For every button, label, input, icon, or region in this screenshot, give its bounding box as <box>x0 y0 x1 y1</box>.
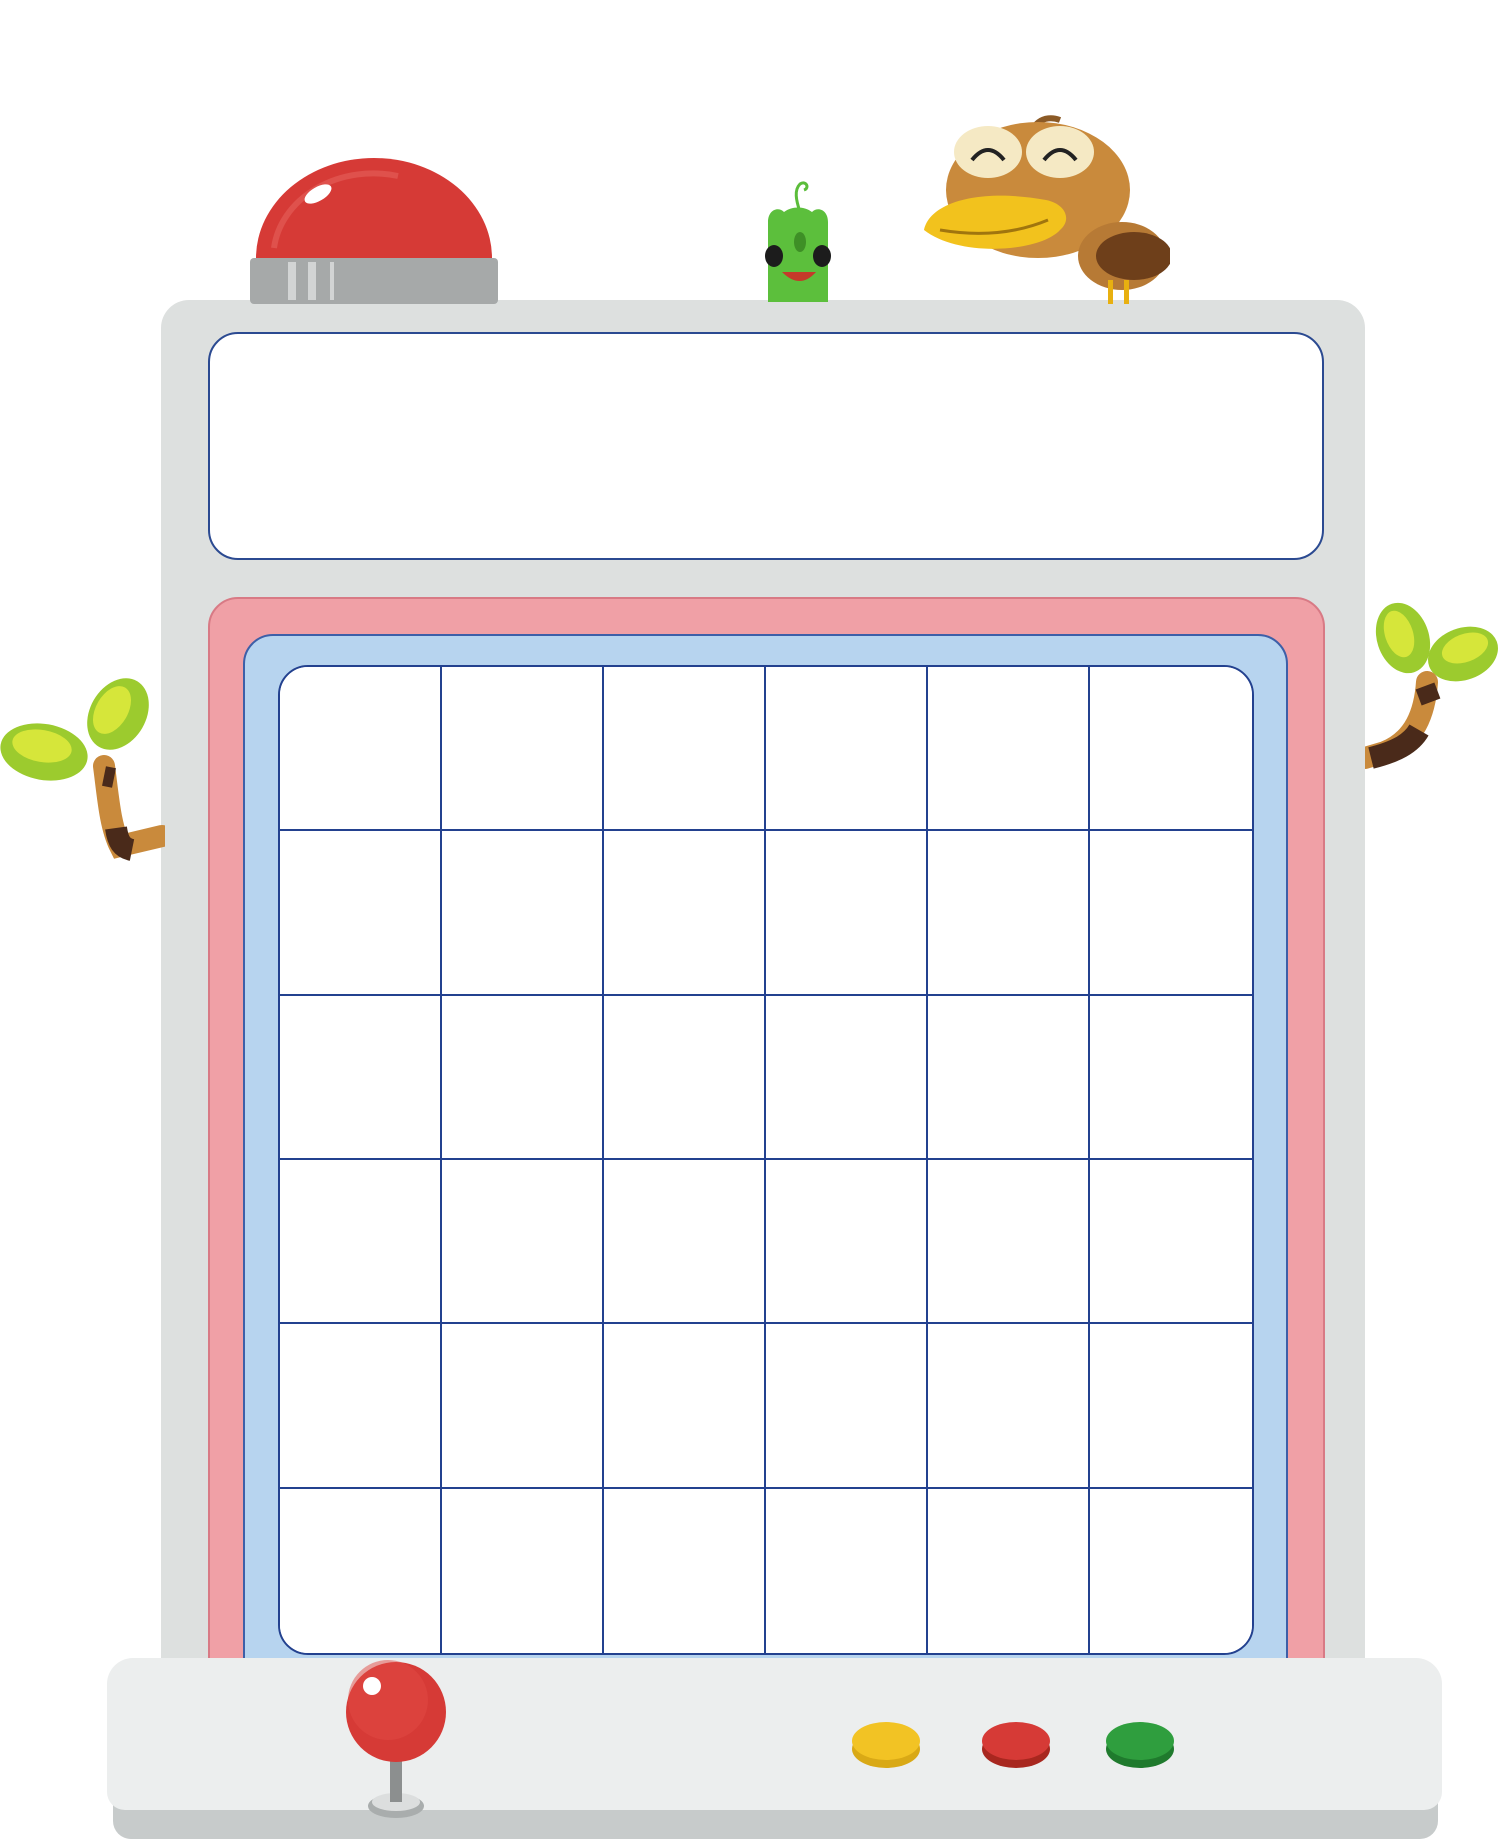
grid-cell[interactable] <box>280 995 442 1160</box>
grid-cell[interactable] <box>604 1324 766 1489</box>
leaf-sprout-icon <box>0 678 165 861</box>
title-panel <box>208 332 1324 560</box>
grid-cell[interactable] <box>1090 1159 1252 1325</box>
grid-cell[interactable] <box>766 995 928 1160</box>
grid-cell[interactable] <box>442 1159 604 1325</box>
grid-cell[interactable] <box>280 1324 442 1489</box>
leaf-sprout-icon <box>1365 602 1498 769</box>
joystick-icon[interactable] <box>340 1656 452 1822</box>
grid-cell[interactable] <box>1090 1488 1252 1653</box>
dome-button-icon[interactable] <box>248 158 500 304</box>
grid-cell[interactable] <box>604 995 766 1160</box>
grid-cell[interactable] <box>442 1324 604 1489</box>
grid-cell[interactable] <box>766 1488 928 1653</box>
grid-cell[interactable] <box>766 831 928 996</box>
grid-cell[interactable] <box>1090 667 1252 832</box>
grid-cell[interactable] <box>766 667 928 832</box>
grid-cell[interactable] <box>928 1488 1090 1653</box>
grid-cell[interactable] <box>928 831 1090 996</box>
grid-cell[interactable] <box>928 1324 1090 1489</box>
grid-cell[interactable] <box>280 1159 442 1325</box>
grid-cell[interactable] <box>766 1159 928 1325</box>
green-button[interactable] <box>1106 1722 1176 1770</box>
grid-cell[interactable] <box>280 831 442 996</box>
game-grid[interactable] <box>278 665 1254 1655</box>
grid-cell[interactable] <box>766 1324 928 1489</box>
grid-cell[interactable] <box>442 831 604 996</box>
grid-cell[interactable] <box>604 1488 766 1653</box>
grid-cell[interactable] <box>928 995 1090 1160</box>
grid-cell[interactable] <box>604 831 766 996</box>
bird-character-icon <box>924 115 1170 304</box>
grid-cell[interactable] <box>442 995 604 1160</box>
yellow-button[interactable] <box>852 1722 922 1770</box>
grid-cell[interactable] <box>928 667 1090 832</box>
grid-cell[interactable] <box>280 667 442 832</box>
red-button[interactable] <box>982 1722 1052 1770</box>
grid-cell[interactable] <box>604 1159 766 1325</box>
grid-cell[interactable] <box>442 667 604 832</box>
board-title <box>210 334 1322 558</box>
grid-cell[interactable] <box>280 1488 442 1653</box>
grid-cell[interactable] <box>928 1159 1090 1325</box>
grid-cell[interactable] <box>1090 831 1252 996</box>
grid-cell[interactable] <box>604 667 766 832</box>
grid-cell[interactable] <box>442 1488 604 1653</box>
control-deck <box>107 1658 1442 1810</box>
sprout-creature-icon <box>765 181 831 302</box>
grid-cell[interactable] <box>1090 1324 1252 1489</box>
grid-cell[interactable] <box>1090 995 1252 1160</box>
